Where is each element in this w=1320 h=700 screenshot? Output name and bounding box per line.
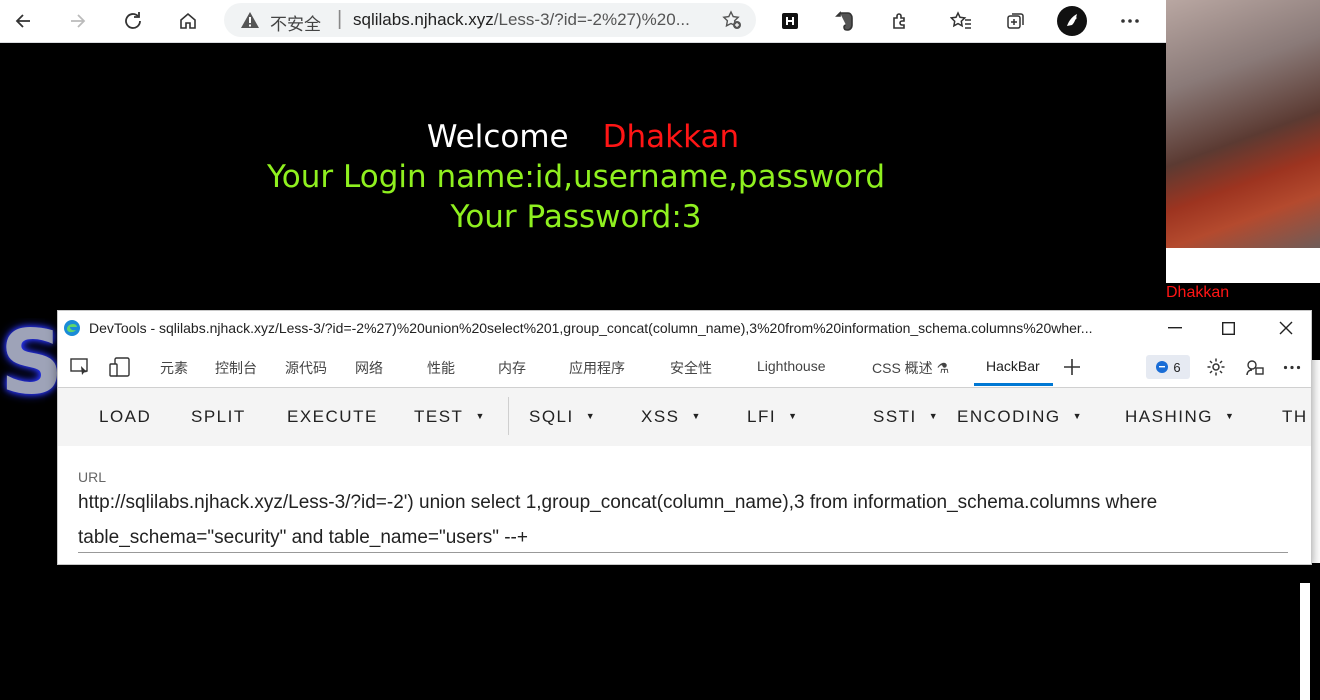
url-text[interactable]: sqlilabs.njhack.xyz/Less-3/?id=-2%27)%20… xyxy=(353,10,713,30)
encoding-menu[interactable]: ENCODING ▼ xyxy=(957,407,1083,427)
caret-down-icon: ▼ xyxy=(1072,411,1084,421)
arrow-right-icon xyxy=(71,14,86,28)
caret-down-icon: ▼ xyxy=(585,411,597,421)
toolbar-divider xyxy=(508,397,509,435)
hackbar-toolbar: LOAD SPLIT EXECUTE TEST ▼ SQLI ▼ XSS ▼ LFI ▼… xyxy=(58,388,1311,522)
forward-button[interactable] xyxy=(63,6,93,36)
message-icon xyxy=(1156,361,1169,373)
tab-performance[interactable]: 性能 xyxy=(427,358,455,378)
caret-down-icon: ▼ xyxy=(1224,411,1236,421)
hashing-menu[interactable]: HASHING ▼ xyxy=(1125,407,1235,427)
sqli-menu[interactable]: SQLI ▼ xyxy=(529,407,596,427)
user-name: Dhakkan xyxy=(602,119,740,155)
maximize-button[interactable] xyxy=(1208,315,1248,341)
address-bar[interactable]: 不安全 | sqlilabs.njhack.xyz/Less-3/?id=-2%… xyxy=(224,3,756,37)
evernote-icon[interactable] xyxy=(830,6,860,36)
close-button[interactable] xyxy=(1266,315,1306,341)
caret-down-icon: ▼ xyxy=(691,411,702,421)
lfi-menu[interactable]: LFI ▼ xyxy=(747,407,798,427)
device-toolbar-icon[interactable] xyxy=(108,355,132,379)
messages-badge[interactable]: 6 xyxy=(1146,355,1190,379)
url-path: /Less-3/?id=-2%27)%20... xyxy=(493,10,690,29)
more-options-icon[interactable] xyxy=(1115,6,1145,36)
edge-icon xyxy=(63,319,81,340)
customize-icon[interactable] xyxy=(1243,355,1267,379)
login-name-line: Your Login name:id,username,password xyxy=(266,159,886,195)
profile-avatar[interactable] xyxy=(1057,6,1087,36)
hashing-label: HASHING xyxy=(1125,407,1213,426)
load-button[interactable]: LOAD xyxy=(99,407,151,427)
tab-application[interactable]: 应用程序 xyxy=(569,358,625,378)
caret-down-icon: ▼ xyxy=(928,411,940,421)
warning-icon[interactable] xyxy=(240,11,260,34)
execute-button[interactable]: EXECUTE xyxy=(287,407,378,427)
favorites-icon[interactable] xyxy=(946,6,976,36)
tab-elements[interactable]: 元素 xyxy=(160,358,188,378)
h-extension-icon[interactable] xyxy=(775,6,805,36)
refresh-button[interactable] xyxy=(118,6,148,36)
message-count: 6 xyxy=(1173,359,1181,375)
devtools-titlebar: DevTools - sqlilabs.njhack.xyz/Less-3/?i… xyxy=(58,311,1311,345)
collections-icon[interactable] xyxy=(1001,6,1031,36)
active-tab-indicator xyxy=(974,383,1053,386)
welcome-line: Welcome Dhakkan xyxy=(0,119,1166,155)
password-line: Your Password:3 xyxy=(450,199,702,235)
maximize-icon xyxy=(1221,321,1235,335)
devtools-title: DevTools - sqlilabs.njhack.xyz/Less-3/?i… xyxy=(89,320,1093,336)
more-menu-button[interactable]: TH xyxy=(1282,407,1308,427)
ssti-menu[interactable]: SSTI ▼ xyxy=(873,407,939,427)
add-tab-icon[interactable] xyxy=(1060,355,1084,379)
tab-memory[interactable]: 内存 xyxy=(498,358,526,378)
inspect-element-icon[interactable] xyxy=(68,355,92,379)
tab-lighthouse[interactable]: Lighthouse xyxy=(757,358,826,374)
url-input-underline xyxy=(78,552,1288,553)
browser-toolbar: 不安全 | sqlilabs.njhack.xyz/Less-3/?id=-2%… xyxy=(0,0,1166,43)
tab-sources[interactable]: 源代码 xyxy=(285,358,327,378)
url-host: sqlilabs.njhack.xyz xyxy=(353,10,494,29)
background-photo xyxy=(1166,0,1320,248)
tab-security[interactable]: 安全性 xyxy=(670,358,712,378)
arrow-left-icon xyxy=(15,14,30,28)
separator: | xyxy=(337,8,343,30)
refresh-icon xyxy=(125,12,141,29)
devtools-scrollbar[interactable] xyxy=(1300,583,1310,700)
more-tools-icon[interactable] xyxy=(1280,355,1304,379)
extensions-icon[interactable] xyxy=(885,6,915,36)
devtools-tabbar: 元素 控制台 源代码 网络 性能 内存 应用程序 安全性 Lighthouse … xyxy=(58,345,1311,388)
back-button[interactable] xyxy=(8,6,38,36)
tab-console[interactable]: 控制台 xyxy=(215,358,257,378)
lfi-label: LFI xyxy=(747,407,777,426)
tab-css-overview[interactable]: CSS 概述 ⚗ xyxy=(872,358,949,378)
welcome-text: Welcome xyxy=(426,119,569,155)
close-icon xyxy=(1279,321,1293,335)
hackbar-url-area: URL http://sqlilabs.njhack.xyz/Less-3/?i… xyxy=(58,447,1311,700)
ssti-label: SSTI xyxy=(873,407,917,426)
tab-network[interactable]: 网络 xyxy=(355,358,383,378)
sqli-logo-fragment: S xyxy=(0,318,60,408)
tab-hackbar[interactable]: HackBar xyxy=(986,358,1040,374)
devtools-window: DevTools - sqlilabs.njhack.xyz/Less-3/?i… xyxy=(57,310,1312,700)
settings-icon[interactable] xyxy=(1204,355,1228,379)
url-input[interactable]: http://sqlilabs.njhack.xyz/Less-3/?id=-2… xyxy=(78,485,1258,555)
minimize-button[interactable] xyxy=(1155,315,1195,341)
minimize-icon xyxy=(1168,327,1182,329)
xss-menu[interactable]: XSS ▼ xyxy=(641,407,702,427)
security-label[interactable]: 不安全 xyxy=(270,10,321,35)
background-user-name: Dhakkan xyxy=(1166,284,1230,301)
url-label: URL xyxy=(78,469,107,485)
home-icon xyxy=(180,12,196,29)
split-button[interactable]: SPLIT xyxy=(191,407,246,427)
caret-down-icon: ▼ xyxy=(788,411,799,421)
page-content: Welcome Dhakkan Your Login name:id,userna… xyxy=(0,43,1166,310)
test-label: TEST xyxy=(414,407,464,426)
test-menu[interactable]: TEST ▼ xyxy=(414,407,486,427)
add-favorite-icon[interactable] xyxy=(722,10,742,35)
caret-down-icon: ▼ xyxy=(475,411,486,421)
sqli-label: SQLI xyxy=(529,407,574,426)
xss-label: XSS xyxy=(641,407,680,426)
encoding-label: ENCODING xyxy=(957,407,1061,426)
home-button[interactable] xyxy=(173,6,203,36)
